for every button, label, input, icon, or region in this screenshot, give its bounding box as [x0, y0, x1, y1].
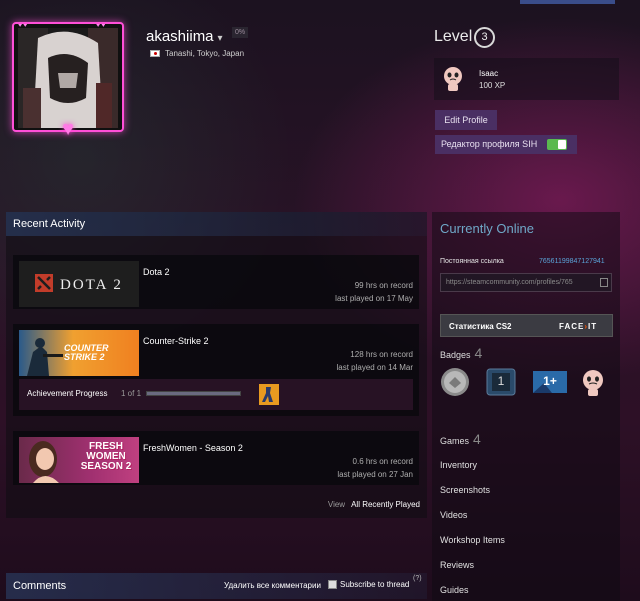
- isaac-badge-icon[interactable]: [578, 367, 608, 397]
- copy-icon[interactable]: [600, 278, 608, 287]
- sih-toggle[interactable]: [547, 139, 567, 150]
- sih-editor-button[interactable]: Редактор профиля SIH: [435, 135, 577, 154]
- game-card-freshwomen[interactable]: FRESH WOMEN SEASON 2 FreshWomen - Season…: [13, 431, 419, 485]
- permalink-url-text: https://steamcommunity.com/profiles/765: [446, 279, 573, 286]
- recent-activity-header: Recent Activity: [6, 212, 427, 236]
- delete-all-comments-link[interactable]: Удалить все комментарии: [224, 581, 321, 590]
- game-name[interactable]: Counter-Strike 2: [143, 336, 209, 346]
- achievement-progress-label: Achievement Progress: [27, 389, 108, 398]
- level-label: Level: [434, 28, 473, 45]
- achievement-progress-fill: [147, 392, 240, 395]
- achievement-icon[interactable]: [259, 384, 279, 405]
- dota2-capsule[interactable]: DOTA 2: [19, 261, 139, 307]
- badges-row: 1 1+: [440, 367, 608, 397]
- badge-level-one-icon[interactable]: 1: [486, 367, 516, 397]
- edit-profile-button[interactable]: Edit Profile: [435, 110, 497, 130]
- username[interactable]: akashiima: [146, 28, 214, 45]
- inventory-link[interactable]: Inventory: [440, 460, 477, 470]
- badge-level-one-plus-icon[interactable]: 1+: [532, 367, 567, 397]
- game-last-played: last played on 14 Mar: [336, 363, 414, 372]
- view-all-row: View All Recently Played: [328, 500, 420, 509]
- game-hours: 99 hrs on record: [354, 281, 413, 290]
- japan-flag-icon: [150, 50, 160, 57]
- games-label: Games: [440, 436, 470, 446]
- faceit-logo-text: FACE: [559, 322, 585, 331]
- game-last-played: last played on 17 May: [335, 294, 413, 303]
- badge-level-one-plus-text: 1+: [543, 374, 557, 388]
- badge-coin-icon[interactable]: [440, 367, 470, 397]
- faceit-logo-suffix: IT: [588, 322, 598, 331]
- reviews-link[interactable]: Reviews: [440, 560, 474, 570]
- subscribe-thread[interactable]: Subscribe to thread: [328, 580, 409, 589]
- subscribe-checkbox[interactable]: [328, 580, 337, 589]
- top-bar-stub: [520, 0, 615, 4]
- cs2-capsule-text: COUNTER STRIKE 2: [64, 343, 109, 362]
- cs2-stats-button[interactable]: Статистика CS2 FACE›IT: [440, 314, 613, 337]
- avatar-frame-decoration: ♥♥ ♥♥: [18, 22, 107, 29]
- badges-count: 4: [474, 345, 483, 361]
- cs2-capsule[interactable]: COUNTER STRIKE 2: [19, 330, 139, 376]
- guides-link[interactable]: Guides: [440, 585, 469, 595]
- all-recently-played-link[interactable]: All Recently Played: [351, 500, 420, 509]
- game-hours: 128 hrs on record: [350, 350, 413, 359]
- username-row[interactable]: akashiima ▾: [146, 28, 223, 45]
- workshop-items-link[interactable]: Workshop Items: [440, 535, 505, 545]
- game-name[interactable]: Dota 2: [143, 267, 170, 277]
- comments-header: Comments Удалить все комментарии Subscri…: [6, 573, 427, 599]
- online-status: Currently Online: [440, 221, 534, 236]
- comments-title: Comments: [13, 580, 67, 592]
- help-icon[interactable]: (?): [413, 575, 422, 582]
- view-label: View: [327, 500, 346, 509]
- level-number[interactable]: 3: [474, 27, 495, 48]
- screenshots-link[interactable]: Screenshots: [440, 485, 490, 495]
- favorite-badge-name: Isaac: [479, 69, 499, 78]
- sih-editor-label: Редактор профиля SIH: [441, 139, 538, 149]
- freshwomen-capsule[interactable]: FRESH WOMEN SEASON 2: [19, 437, 139, 483]
- cs2-stats-label: Статистика CS2: [449, 322, 512, 331]
- favorite-badge[interactable]: Isaac 100 XP: [434, 58, 619, 100]
- permalink-url-field[interactable]: https://steamcommunity.com/profiles/765: [440, 273, 612, 292]
- game-card-dota2[interactable]: DOTA 2 Dota 2 99 hrs on record last play…: [13, 255, 419, 309]
- location: Tanashi, Tokyo, Japan: [150, 49, 244, 58]
- dota2-capsule-text: DOTA 2: [60, 277, 123, 293]
- chevron-down-icon[interactable]: ▾: [218, 33, 223, 44]
- subscribe-label: Subscribe to thread: [340, 580, 410, 589]
- game-name[interactable]: FreshWomen - Season 2: [143, 443, 243, 453]
- avatar[interactable]: ♥♥ ♥♥: [12, 22, 124, 132]
- badges-link[interactable]: Badges 4: [440, 345, 482, 361]
- permalink-id[interactable]: 76561199847127941: [539, 258, 605, 265]
- freshwomen-capsule-text: FRESH WOMEN SEASON 2: [80, 441, 132, 472]
- games-count: 4: [473, 431, 481, 447]
- heart-icon: ♥: [62, 118, 74, 140]
- badges-label: Badges: [440, 350, 471, 360]
- achievement-progress-bar: [146, 391, 241, 396]
- isaac-icon: [444, 67, 462, 91]
- game-last-played: last played on 27 Jan: [337, 470, 413, 479]
- permalink-label: Постоянная ссылка: [440, 258, 504, 265]
- recent-activity-panel: Recent Activity DOTA 2 Dota 2 99 hrs on …: [6, 212, 427, 518]
- game-hours: 0.6 hrs on record: [352, 457, 413, 466]
- recent-activity-title: Recent Activity: [13, 218, 86, 230]
- achievement-progress-row[interactable]: Achievement Progress 1 of 1: [19, 379, 413, 410]
- videos-link[interactable]: Videos: [440, 510, 467, 520]
- faceit-logo: FACE›IT: [559, 322, 597, 331]
- favorite-badge-xp: 100 XP: [479, 81, 506, 90]
- games-link[interactable]: Games 4: [440, 431, 481, 447]
- achievement-count: 1 of 1: [121, 389, 142, 398]
- xp-percent-badge: 0%: [232, 27, 249, 38]
- badge-level-one-text: 1: [497, 374, 505, 388]
- profile-sidebar: Currently Online Постоянная ссылка 76561…: [432, 212, 620, 601]
- game-card-cs2[interactable]: COUNTER STRIKE 2 Counter-Strike 2 128 hr…: [13, 324, 419, 416]
- location-text: Tanashi, Tokyo, Japan: [165, 49, 245, 58]
- avatar-image: [18, 28, 118, 128]
